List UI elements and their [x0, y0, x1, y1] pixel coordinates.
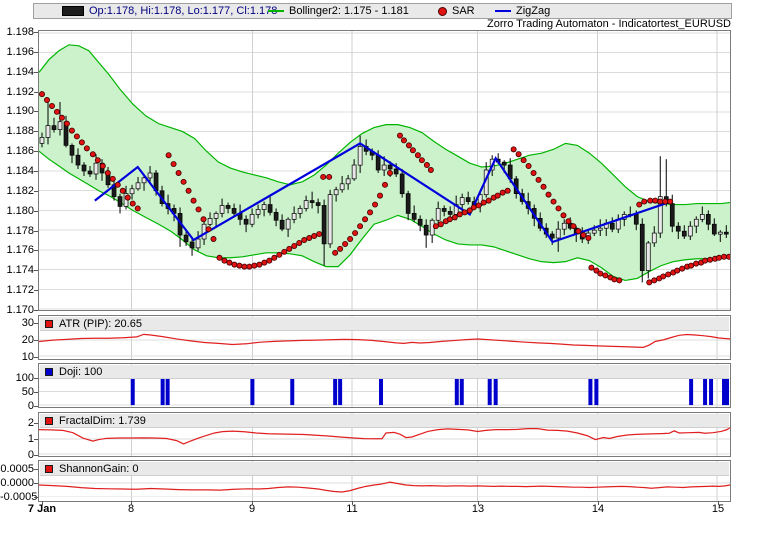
price-axis-tick	[34, 92, 38, 93]
price-axis-label: 1.190	[0, 106, 34, 117]
price-axis-label: 1.188	[0, 126, 34, 137]
panel-doji[interactable]: Doji: 100	[38, 363, 731, 408]
bollinger-line-icon	[268, 10, 284, 12]
ohlc-values: Op:1.178, Hi:1.178, Lo:1.177, Cl:1.178	[89, 5, 277, 17]
legend-item-zigzag: ZigZag	[495, 4, 550, 18]
price-axis-tick	[34, 211, 38, 212]
fractaldim-legend-icon	[45, 417, 53, 425]
time-axis-tick	[478, 501, 479, 505]
panel-axis-tick	[34, 357, 38, 358]
sar-dot-icon	[438, 7, 447, 16]
panel-axis-label: 0	[0, 401, 34, 412]
price-axis-label: 1.184	[0, 166, 34, 177]
panel-axis-tick	[34, 469, 38, 470]
price-axis-tick	[34, 131, 38, 132]
zigzag-line-icon	[495, 10, 511, 12]
price-axis-tick	[34, 32, 38, 33]
panel-axis-tick	[34, 483, 38, 484]
price-axis-label: 1.192	[0, 87, 34, 98]
price-axis-label: 1.198	[0, 27, 34, 38]
price-axis-tick	[34, 151, 38, 152]
price-axis-tick	[34, 111, 38, 112]
shannongain-label: ShannonGain: 0	[59, 463, 139, 475]
panel-axis-label: -0.0005	[0, 492, 34, 503]
panel-shannongain-header: ShannonGain: 0	[40, 462, 729, 476]
price-axis-label: 1.196	[0, 47, 34, 58]
panel-axis-label: 50	[0, 387, 34, 398]
price-axis-tick	[34, 310, 38, 311]
panel-axis-tick	[34, 340, 38, 341]
time-axis-tick	[131, 501, 132, 505]
panel-fractaldim-header: FractalDim: 1.739	[40, 414, 729, 428]
time-axis-tick	[718, 501, 719, 505]
panel-fractaldim[interactable]: FractalDim: 1.739	[38, 412, 731, 457]
time-axis-tick	[352, 501, 353, 505]
panel-axis-label: 1	[0, 434, 34, 445]
candle-icon	[62, 6, 84, 16]
price-axis-tick	[34, 270, 38, 271]
price-axis-tick	[34, 250, 38, 251]
atr-label: ATR (PIP): 20.65	[59, 318, 142, 330]
panel-axis-tick	[34, 392, 38, 393]
panel-axis-tick	[34, 439, 38, 440]
panel-axis-label: 10	[0, 352, 34, 363]
price-axis-label: 1.182	[0, 186, 34, 197]
price-axis-label: 1.194	[0, 67, 34, 78]
price-axis-label: 1.186	[0, 146, 34, 157]
legend-strip: Op:1.178, Hi:1.178, Lo:1.177, Cl:1.178 B…	[33, 3, 732, 19]
price-axis-tick	[34, 72, 38, 73]
panel-axis-label: 30	[0, 318, 34, 329]
legend-item-bollinger: Bollinger2: 1.175 - 1.181	[268, 4, 409, 18]
panel-atr[interactable]: ATR (PIP): 20.65	[38, 315, 731, 360]
price-axis-tick	[34, 171, 38, 172]
legend-item-sar: SAR	[438, 4, 475, 18]
price-axis-tick	[34, 290, 38, 291]
fractaldim-label: FractalDim: 1.739	[59, 415, 146, 427]
panel-axis-tick	[34, 378, 38, 379]
atr-legend-icon	[45, 320, 53, 328]
chart-title: Zorro Trading Automaton - Indicatortest_…	[487, 18, 731, 30]
panel-axis-label: 0.0000	[0, 478, 34, 489]
panel-axis-tick	[34, 455, 38, 456]
panel-axis-tick	[34, 497, 38, 498]
panel-axis-label: 20	[0, 335, 34, 346]
panel-axis-label: 0	[0, 450, 34, 461]
price-axis-tick	[34, 231, 38, 232]
panel-doji-header: Doji: 100	[40, 365, 729, 379]
price-axis-label: 1.170	[0, 305, 34, 316]
legend-item-ohlc: Op:1.178, Hi:1.178, Lo:1.177, Cl:1.178	[62, 4, 277, 18]
panel-atr-header: ATR (PIP): 20.65	[40, 317, 729, 331]
shannongain-legend-icon	[45, 465, 53, 473]
price-axis-tick	[34, 191, 38, 192]
bollinger-label: Bollinger2: 1.175 - 1.181	[289, 5, 409, 17]
zigzag-label: ZigZag	[516, 5, 550, 17]
price-axis-label: 1.174	[0, 265, 34, 276]
time-axis-tick	[598, 501, 599, 505]
price-axis-label: 1.176	[0, 245, 34, 256]
time-axis-tick	[252, 501, 253, 505]
panel-axis-label: 100	[0, 373, 34, 384]
panel-axis-label: 2	[0, 418, 34, 429]
panel-axis-label: 0.0005	[0, 464, 34, 475]
panel-axis-tick	[34, 423, 38, 424]
time-axis-tick	[42, 501, 43, 505]
panel-axis-tick	[34, 323, 38, 324]
panel-shannongain[interactable]: ShannonGain: 0	[38, 460, 731, 502]
price-axis-label: 1.178	[0, 226, 34, 237]
panel-axis-tick	[34, 406, 38, 407]
price-axis-label: 1.180	[0, 206, 34, 217]
price-axis-tick	[34, 52, 38, 53]
doji-label: Doji: 100	[59, 366, 102, 378]
doji-legend-icon	[45, 368, 53, 376]
price-axis-label: 1.172	[0, 285, 34, 296]
main-price-chart[interactable]	[38, 30, 731, 311]
sar-label: SAR	[452, 5, 475, 17]
